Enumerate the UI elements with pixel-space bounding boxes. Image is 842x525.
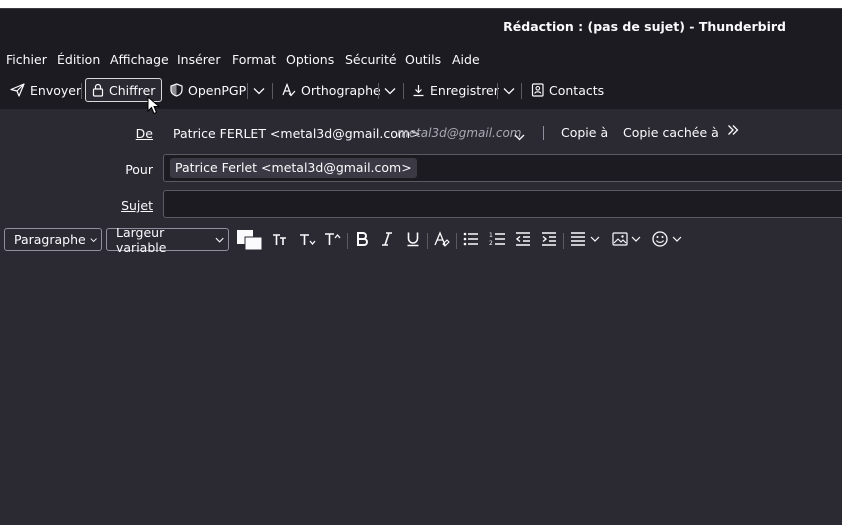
font-family-value: Largeur variable: [116, 224, 167, 255]
svg-text:2: 2: [489, 240, 493, 247]
contacts-button[interactable]: Contacts: [531, 78, 604, 102]
from-address: metal3d@gmail.com: [397, 126, 522, 140]
chevron-down-icon: [90, 237, 97, 242]
save-button[interactable]: Enregistrer: [412, 78, 499, 102]
svg-text:1: 1: [489, 232, 493, 239]
menu-insert[interactable]: Insérer: [177, 52, 221, 67]
italic-icon[interactable]: [381, 231, 393, 250]
screen-top-strip: [0, 0, 842, 8]
openpgp-dropdown-chevron-icon[interactable]: [253, 84, 265, 98]
text-align-menu-icon[interactable]: [570, 231, 602, 250]
address-book-icon: [531, 83, 544, 97]
menu-help[interactable]: Aide: [452, 52, 480, 67]
header-separator: [543, 126, 544, 140]
insert-image-menu-icon[interactable]: [612, 231, 644, 250]
to-label: Pour: [125, 162, 153, 177]
emoji-menu-icon[interactable]: [652, 231, 685, 250]
save-label: Enregistrer: [430, 82, 499, 98]
toolbar-separator: [403, 83, 404, 99]
send-icon: [10, 83, 25, 97]
send-label: Envoyer: [30, 82, 82, 98]
font-size-reset-icon[interactable]: [272, 231, 288, 250]
menu-security[interactable]: Sécurité: [345, 52, 397, 67]
menu-file[interactable]: Fichier: [6, 52, 47, 67]
save-dropdown-chevron-icon[interactable]: [503, 84, 515, 98]
subject-label: Sujet: [121, 198, 153, 213]
toolbar-separator: [272, 83, 273, 99]
font-size-decrease-icon[interactable]: [299, 231, 316, 250]
openpgp-button[interactable]: OpenPGP: [170, 78, 246, 102]
to-recipient-pill[interactable]: Patrice Ferlet <metal3d@gmail.com>: [170, 158, 417, 178]
compose-toolbar: Envoyer Chiffrer OpenPGP Orthographe Enr…: [0, 73, 842, 109]
spelling-button[interactable]: Orthographe: [282, 78, 381, 102]
bold-icon[interactable]: [355, 231, 369, 250]
bcc-button[interactable]: Copie cachée à: [623, 125, 719, 140]
from-label-text: De: [135, 126, 153, 141]
font-size-increase-icon[interactable]: [324, 231, 341, 250]
toolbar-separator: [378, 83, 379, 99]
remove-formatting-icon[interactable]: [434, 231, 450, 250]
from-chevron-down-icon[interactable]: [514, 130, 525, 144]
format-separator: [563, 233, 564, 249]
toolbar-separator: [521, 83, 522, 99]
numbered-list-icon[interactable]: 12: [489, 231, 506, 250]
lock-icon: [92, 83, 104, 97]
toolbar-separator: [81, 83, 82, 99]
menu-format[interactable]: Format: [232, 52, 276, 67]
underline-icon[interactable]: [406, 231, 420, 250]
format-toolbar: Paragraphe Largeur variable 12: [0, 225, 842, 256]
subject-label-text: Sujet: [121, 198, 153, 213]
mouse-pointer-icon: [147, 95, 161, 119]
menu-view[interactable]: Affichage: [110, 52, 169, 67]
paragraph-style-value: Paragraphe: [14, 232, 86, 247]
menu-edit[interactable]: Édition: [57, 52, 100, 67]
decrease-indent-icon[interactable]: [515, 231, 531, 250]
menu-bar: Fichier Édition Affichage Insérer Format…: [0, 45, 842, 73]
download-icon: [412, 84, 425, 97]
toolbar-separator: [497, 83, 498, 99]
spelling-dropdown-chevron-icon[interactable]: [384, 84, 396, 98]
send-button[interactable]: Envoyer: [10, 78, 81, 102]
spelling-label: Orthographe: [301, 82, 381, 98]
spellcheck-icon: [282, 83, 296, 97]
openpgp-label: OpenPGP: [188, 82, 247, 98]
chevron-down-icon: [215, 237, 224, 243]
menu-options[interactable]: Options: [286, 52, 334, 67]
from-label: De: [136, 126, 153, 141]
bulleted-list-icon[interactable]: [463, 231, 479, 250]
window-title: Rédaction : (pas de sujet) - Thunderbird: [503, 19, 786, 34]
paragraph-style-select[interactable]: Paragraphe: [4, 228, 102, 251]
format-separator: [347, 233, 348, 249]
subject-input[interactable]: [163, 190, 842, 218]
more-fields-double-chevron-icon[interactable]: [727, 124, 739, 139]
message-body-editor[interactable]: [0, 257, 842, 525]
font-family-select[interactable]: Largeur variable: [106, 225, 229, 255]
title-bar: Rédaction : (pas de sujet) - Thunderbird: [0, 8, 842, 45]
text-color-picker-icon[interactable]: [236, 229, 263, 254]
menu-tools[interactable]: Outils: [405, 52, 441, 67]
from-identity-select[interactable]: Patrice FERLET <metal3d@gmail.com>: [173, 126, 421, 141]
format-separator: [427, 233, 428, 249]
to-field[interactable]: Patrice Ferlet <metal3d@gmail.com>: [163, 154, 842, 182]
contacts-label: Contacts: [549, 82, 605, 98]
shield-icon: [170, 83, 183, 97]
toolbar-separator: [247, 83, 248, 99]
format-separator: [456, 233, 457, 249]
increase-indent-icon[interactable]: [541, 231, 557, 250]
cc-button[interactable]: Copie à: [561, 125, 608, 140]
